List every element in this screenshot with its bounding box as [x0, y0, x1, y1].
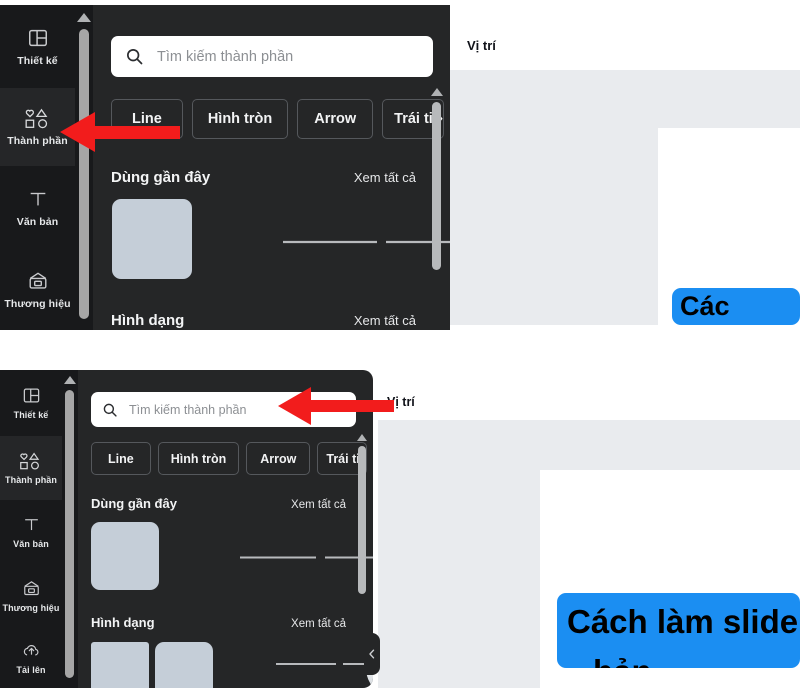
- top-elements-panel: Tìm kiếm thành phần Line Hình tròn Arrow…: [93, 5, 450, 330]
- sidebar-item-thiet-ke[interactable]: Thiết kế: [0, 370, 62, 436]
- position-label: Vị trí: [467, 38, 496, 53]
- chip-hinh-tron[interactable]: Hình tròn: [157, 442, 240, 475]
- sidebar-item-thanh-phan[interactable]: Thành phần: [0, 436, 62, 500]
- screenshot-stage: Vị trí Các Thiết kế Thành phần Văn bản T…: [0, 0, 800, 700]
- section-title: Dùng gần đây: [111, 169, 211, 186]
- bottom-category-chips: Line Hình tròn Arrow Trái ti ›: [91, 442, 368, 475]
- brand-kit-icon: [26, 270, 50, 292]
- section-header-shapes: Hình dạng Xem tất cả: [91, 615, 346, 630]
- see-all-link[interactable]: Xem tất cả: [291, 499, 346, 511]
- shapes-icon: [18, 451, 44, 471]
- shapes-icon: [23, 108, 53, 130]
- shape-line-element[interactable]: [274, 657, 338, 671]
- section-header-shapes: Hình dạng Xem tất cả: [111, 312, 416, 329]
- search-placeholder: Tìm kiếm thành phần: [157, 48, 294, 65]
- top-left-rail: Thiết kế Thành phần Văn bản Thương hiệu: [0, 5, 75, 330]
- bottom-canvas-toolbar-strip: [378, 365, 800, 420]
- section-title: Hình dạng: [111, 312, 185, 329]
- top-rail-scrollbar[interactable]: [75, 5, 93, 330]
- shape-tile-2[interactable]: [155, 642, 213, 688]
- bottom-screenshot: Vị trí Cách làm slide bản Thiết kế: [0, 365, 800, 700]
- layout-icon: [27, 27, 49, 49]
- recent-line-element[interactable]: [281, 233, 379, 251]
- sidebar-item-thuong-hieu[interactable]: Thương hiệu: [0, 249, 75, 330]
- scrollbar-thumb[interactable]: [79, 29, 89, 319]
- recent-line-element[interactable]: [238, 550, 318, 565]
- annotation-arrow-to-sidebar: [60, 112, 180, 152]
- upload-cloud-icon: [21, 641, 42, 660]
- chip-label: Arrow: [314, 111, 357, 127]
- bottom-rail-scrollbar[interactable]: [62, 370, 78, 688]
- annotation-arrow-shaft: [308, 400, 394, 412]
- chip-label: Hình tròn: [207, 111, 273, 127]
- sidebar-label-tai-len: Tải lên: [16, 665, 46, 675]
- top-screenshot: Vị trí Các Thiết kế Thành phần Văn bản T…: [0, 0, 800, 340]
- scrollbar-thumb[interactable]: [65, 390, 74, 678]
- scrollbar-thumb[interactable]: [432, 102, 441, 270]
- sidebar-label-thuong-hieu: Thương hiệu: [2, 603, 60, 613]
- bottom-slide-title-box: Cách làm slide bản: [557, 593, 800, 668]
- search-input[interactable]: Tìm kiếm thành phần: [111, 36, 433, 77]
- bottom-slide-title-line1: Cách làm slide: [567, 603, 799, 640]
- chip-arrow[interactable]: Arrow: [297, 99, 374, 139]
- recent-tile-square[interactable]: [112, 199, 192, 279]
- sidebar-item-tai-len[interactable]: Tải lên: [0, 628, 62, 688]
- sidebar-item-thuong-hieu[interactable]: Thương hiệu: [0, 564, 62, 628]
- chip-line[interactable]: Line: [91, 442, 151, 475]
- top-slide-title-text: Các: [680, 291, 730, 321]
- section-header-recent: Dùng gần đây Xem tất cả: [111, 169, 416, 186]
- sidebar-label-thuong-hieu: Thương hiệu: [4, 297, 71, 310]
- search-icon: [102, 402, 118, 418]
- section-header-recent: Dùng gần đây Xem tất cả: [91, 496, 346, 511]
- chip-label: Line: [108, 451, 134, 466]
- text-t-icon: [27, 188, 49, 210]
- sidebar-item-van-ban[interactable]: Văn bản: [0, 500, 62, 564]
- brand-kit-icon: [21, 579, 42, 598]
- annotation-arrow-to-search: [278, 387, 394, 425]
- annotation-arrow-head: [60, 112, 95, 152]
- scrollbar-thumb[interactable]: [358, 446, 366, 594]
- see-all-link[interactable]: Xem tất cả: [291, 618, 346, 630]
- chip-arrow[interactable]: Arrow: [246, 442, 311, 475]
- search-placeholder: Tìm kiếm thành phần: [129, 402, 247, 417]
- sidebar-item-van-ban[interactable]: Văn bản: [0, 166, 75, 249]
- bottom-panel-scrollbar[interactable]: [355, 434, 369, 604]
- section-title: Dùng gần đây: [91, 496, 177, 511]
- top-canvas-toolbar-strip: [450, 0, 800, 70]
- sidebar-label-thiet-ke: Thiết kế: [13, 410, 49, 420]
- chip-label: Arrow: [260, 451, 297, 466]
- sidebar-item-thiet-ke[interactable]: Thiết kế: [0, 5, 75, 88]
- chip-label: Trái ti: [394, 111, 433, 127]
- see-all-link[interactable]: Xem tất cả: [354, 313, 416, 328]
- recent-tile-square[interactable]: [91, 522, 159, 590]
- chip-hinh-tron[interactable]: Hình tròn: [191, 99, 289, 139]
- sidebar-label-thanh-phan: Thành phần: [5, 474, 57, 485]
- top-panel-scrollbar[interactable]: [429, 88, 445, 283]
- scroll-up-caret-icon[interactable]: [431, 88, 443, 96]
- screenshot-divider: [0, 340, 800, 365]
- sidebar-label-van-ban: Văn bản: [16, 215, 59, 228]
- text-t-icon: [22, 515, 41, 534]
- chip-label: Hình tròn: [170, 451, 227, 466]
- scroll-up-caret-icon[interactable]: [357, 434, 367, 441]
- bottom-slide-title-line2: bản: [593, 647, 790, 668]
- layout-icon: [22, 386, 41, 405]
- panel-collapse-button[interactable]: [364, 633, 380, 675]
- sidebar-label-thiet-ke: Thiết kế: [17, 54, 58, 67]
- shape-tile-1[interactable]: [91, 642, 149, 688]
- scroll-up-caret-icon[interactable]: [64, 376, 76, 384]
- scroll-up-caret-icon[interactable]: [77, 13, 91, 22]
- sidebar-label-van-ban: Văn bản: [13, 539, 49, 549]
- search-icon: [125, 47, 144, 66]
- annotation-arrow-head: [278, 387, 311, 425]
- sidebar-label-thanh-phan: Thành phần: [7, 134, 68, 147]
- top-slide-title-box: Các: [672, 288, 800, 325]
- bottom-left-rail: Thiết kế Thành phần Văn bản Thương hiệu …: [0, 370, 62, 688]
- section-title: Hình dạng: [91, 615, 155, 630]
- annotation-arrow-shaft: [92, 126, 180, 139]
- see-all-link[interactable]: Xem tất cả: [354, 170, 416, 185]
